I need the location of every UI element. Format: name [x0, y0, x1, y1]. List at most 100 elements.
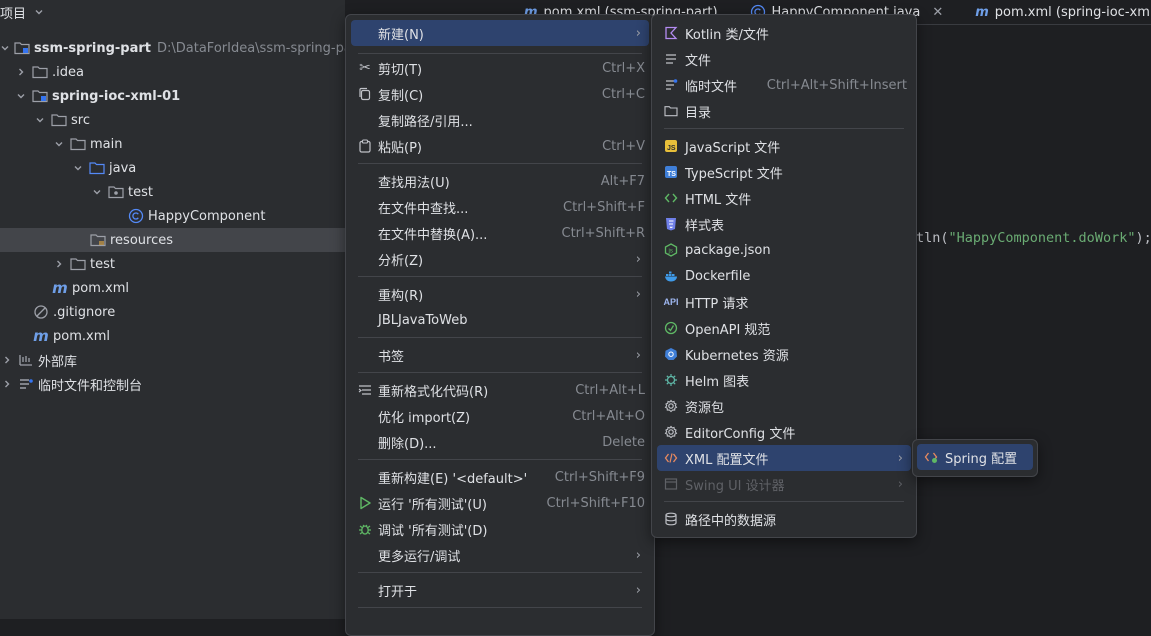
chevron-down-icon[interactable]	[90, 185, 104, 199]
menu-item-cut[interactable]: ✂ 剪切(T) Ctrl+X	[351, 55, 649, 81]
menu-item-replace-in-files[interactable]: 在文件中替换(A)... Ctrl+Shift+R	[351, 220, 649, 246]
paste-icon	[357, 138, 373, 154]
chevron-down-icon[interactable]	[0, 41, 10, 55]
project-header[interactable]: 项目	[0, 0, 50, 24]
menu-item-more-run-debug[interactable]: 更多运行/调试 ›	[351, 542, 649, 568]
menu-item-file[interactable]: 文件	[657, 46, 911, 72]
text-file-icon	[663, 51, 679, 67]
chevron-down-icon[interactable]	[52, 137, 66, 151]
menu-item-scratch-file[interactable]: 临时文件 Ctrl+Alt+Shift+Insert	[657, 72, 911, 98]
chevron-right-icon[interactable]	[52, 257, 66, 271]
folder-icon	[32, 64, 48, 80]
tree-item-scratches[interactable]: 临时文件和控制台	[0, 372, 345, 396]
chevron-right-icon: ›	[897, 450, 903, 466]
menu-item-refactor[interactable]: 重构(R) ›	[351, 281, 649, 307]
menu-item-open-in[interactable]: 打开于 ›	[351, 577, 649, 603]
menu-item-label: HTML 文件	[685, 192, 752, 208]
chevron-right-icon: ›	[635, 25, 641, 41]
menu-item-rebuild[interactable]: 重新构建(E) '<default>' Ctrl+Shift+F9	[351, 464, 649, 490]
tree-item-test-package[interactable]: test	[0, 180, 345, 204]
tree-item-src[interactable]: src	[0, 108, 345, 132]
tree-item-external-libraries[interactable]: 外部库	[0, 348, 345, 372]
menu-item-copy[interactable]: 复制(C) Ctrl+C	[351, 81, 649, 107]
html-icon	[663, 190, 679, 206]
menu-item-spring-config[interactable]: Spring 配置	[917, 444, 1033, 470]
menu-item-http-request[interactable]: API HTTP 请求	[657, 289, 911, 315]
menu-item-openapi-spec[interactable]: OpenAPI 规范	[657, 315, 911, 341]
menu-item-label: Spring 配置	[945, 451, 1018, 467]
menu-item-reformat-code[interactable]: 重新格式化代码(R) Ctrl+Alt+L	[351, 377, 649, 403]
chevron-right-icon[interactable]	[0, 377, 14, 391]
xml-icon	[663, 450, 679, 466]
chevron-right-icon[interactable]	[0, 353, 14, 367]
close-icon[interactable]: ✕	[932, 5, 943, 20]
svg-text:JS: JS	[667, 145, 676, 152]
css-icon	[663, 216, 679, 232]
menu-item-data-source-in-path[interactable]: 路径中的数据源	[657, 506, 911, 532]
tree-item-java[interactable]: java	[0, 156, 345, 180]
menu-item-html-file[interactable]: HTML 文件	[657, 185, 911, 211]
tree-item-spring-ioc-xml-01[interactable]: spring-ioc-xml-01	[0, 84, 345, 108]
menu-item-find-in-files[interactable]: 在文件中查找... Ctrl+Shift+F	[351, 194, 649, 220]
menu-item-swing-ui-designer[interactable]: Swing UI 设计器 ›	[657, 471, 911, 497]
menu-item-paste[interactable]: 粘贴(P) Ctrl+V	[351, 133, 649, 159]
tree-item-main[interactable]: main	[0, 132, 345, 156]
menu-item-label: 文件	[685, 53, 712, 69]
menu-item-label: Kotlin 类/文件	[685, 27, 769, 43]
menu-item-shortcut: Delete	[602, 434, 645, 450]
menu-item-dockerfile[interactable]: Dockerfile	[657, 263, 911, 289]
menu-item-typescript-file[interactable]: TS TypeScript 文件	[657, 159, 911, 185]
menu-item-resource-bundle[interactable]: 资源包	[657, 393, 911, 419]
menu-item-javascript-file[interactable]: JS JavaScript 文件	[657, 133, 911, 159]
tree-item-label: src	[71, 112, 90, 128]
menu-item-debug-all-tests[interactable]: 调试 '所有测试'(D)	[351, 516, 649, 542]
menu-item-kotlin-class-file[interactable]: Kotlin 类/文件	[657, 20, 911, 46]
tree-item-label: resources	[110, 232, 174, 248]
menu-item-label: 调试 '所有测试'(D)	[378, 523, 488, 539]
tree-item-ssm-spring-part[interactable]: ssm-spring-part D:\DataForIdea\ssm-sprin…	[0, 36, 345, 60]
menu-item-label: 样式表	[685, 218, 725, 234]
menu-item-kubernetes-resource[interactable]: Kubernetes 资源	[657, 341, 911, 367]
tree-item-test[interactable]: test	[0, 252, 345, 276]
menu-item-find-usages[interactable]: 查找用法(U) Alt+F7	[351, 168, 649, 194]
tree-item-gitignore[interactable]: .gitignore	[0, 300, 345, 324]
tree-item-happycomponent[interactable]: HappyComponent	[0, 204, 345, 228]
menu-item-helm-chart[interactable]: Helm 图表	[657, 367, 911, 393]
tree-item-pom-xml-root[interactable]: m pom.xml	[0, 324, 345, 348]
resources-folder-icon	[90, 232, 106, 248]
chevron-right-icon[interactable]	[14, 65, 28, 79]
menu-item-label: 复制(C)	[378, 88, 424, 104]
chevron-down-icon[interactable]	[32, 5, 46, 19]
menu-item-bookmarks[interactable]: 书签 ›	[351, 342, 649, 368]
ignore-file-icon	[33, 304, 49, 320]
tree-item-label: .gitignore	[53, 304, 116, 320]
chevron-down-icon[interactable]	[14, 89, 28, 103]
menu-item-shortcut: Ctrl+X	[602, 60, 645, 76]
menu-item-xml-config-file[interactable]: XML 配置文件 ›	[657, 445, 911, 471]
menu-item-stylesheet[interactable]: 样式表	[657, 211, 911, 237]
chevron-down-icon[interactable]	[33, 113, 47, 127]
menu-item-package-json[interactable]: js package.json	[657, 237, 911, 263]
menu-item-analyze[interactable]: 分析(Z) ›	[351, 246, 649, 272]
tree-item-label: java	[109, 160, 137, 176]
menu-item-run-all-tests[interactable]: 运行 '所有测试'(U) Ctrl+Shift+F10	[351, 490, 649, 516]
menu-item-editorconfig-file[interactable]: EditorConfig 文件	[657, 419, 911, 445]
menu-separator	[358, 459, 642, 460]
menu-item-label: 打开于	[378, 584, 418, 600]
menu-item-delete[interactable]: 删除(D)... Delete	[351, 429, 649, 455]
tree-item-resources[interactable]: resources	[0, 228, 345, 252]
menu-item-copy-path[interactable]: 复制路径/引用...	[351, 107, 649, 133]
tree-item-pom-xml[interactable]: m pom.xml	[0, 276, 345, 300]
database-icon	[663, 511, 679, 527]
menu-item-optimize-imports[interactable]: 优化 import(Z) Ctrl+Alt+O	[351, 403, 649, 429]
tree-item-idea[interactable]: .idea	[0, 60, 345, 84]
tab-pom-xml-spring-ioc-xml-01[interactable]: m pom.xml (spring-ioc-xml-01)	[955, 0, 1151, 24]
menu-item-directory[interactable]: 目录	[657, 98, 911, 124]
menu-item-new[interactable]: 新建(N) ›	[351, 20, 649, 46]
code-line[interactable]: tln("HappyComponent.doWork");	[916, 230, 1151, 246]
menu-item-label: 目录	[685, 105, 712, 121]
menu-item-jbljavatoweb[interactable]: JBLJavaToWeb	[351, 307, 649, 333]
chevron-down-icon[interactable]	[71, 161, 85, 175]
module-folder-icon	[14, 40, 30, 56]
javascript-icon: JS	[663, 138, 679, 154]
